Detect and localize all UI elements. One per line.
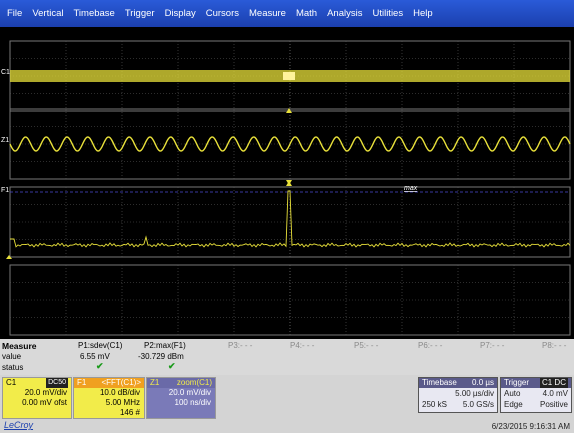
timebase-rate: 5.0 GS/s xyxy=(462,400,494,409)
timebase-tdiv: 5.00 µs/div xyxy=(455,389,494,398)
menu-utilities[interactable]: Utilities xyxy=(367,0,408,27)
menu-trigger[interactable]: Trigger xyxy=(120,0,160,27)
p3-name[interactable]: P3:- - - xyxy=(228,341,252,350)
z1-descriptor-name: Z1 xyxy=(150,378,160,387)
f1-scale: 10.0 dB/div xyxy=(99,388,140,397)
f1-span: 5.00 MHz xyxy=(105,398,140,407)
menu-cursors[interactable]: Cursors xyxy=(201,0,244,27)
trigger-title: Trigger xyxy=(504,378,530,387)
menu-measure[interactable]: Measure xyxy=(244,0,291,27)
p1-status-check: ✔ xyxy=(96,361,104,371)
trigger-slope: Positive xyxy=(539,400,568,409)
z1-descriptor[interactable]: Z1 zoom(C1) 20.0 mV/div 100 ns/div xyxy=(146,377,216,419)
menu-vertical[interactable]: Vertical xyxy=(27,0,68,27)
trigger-type: Edge xyxy=(504,400,523,409)
menu-help[interactable]: Help xyxy=(408,0,438,27)
f1-channel-label: F1 xyxy=(1,187,9,194)
timebase-delay: 0.0 µs xyxy=(472,378,494,387)
timebase-descriptor[interactable]: Timebase 0.0 µs 5.00 µs/div 250 kS 5.0 GS/… xyxy=(418,377,498,413)
p7-name[interactable]: P7:- - - xyxy=(480,341,504,350)
menu-display[interactable]: Display xyxy=(160,0,201,27)
f1-count: 146 # xyxy=(119,408,140,417)
menu-math[interactable]: Math xyxy=(291,0,322,27)
p1-value: 6.55 mV xyxy=(80,352,110,361)
p6-name[interactable]: P6:- - - xyxy=(418,341,442,350)
measure-status-label: status xyxy=(2,363,24,372)
menu-analysis[interactable]: Analysis xyxy=(322,0,367,27)
c1-vdiv: 20.0 mV/div xyxy=(24,388,67,397)
timebase-title: Timebase xyxy=(422,378,457,387)
trigger-source-badge: C1 DC xyxy=(539,378,568,388)
p4-name[interactable]: P4:- - - xyxy=(290,341,314,350)
c1-coupling-badge: DC50 xyxy=(46,378,68,388)
z1-vdiv: 20.0 mV/div xyxy=(168,388,211,397)
p5-name[interactable]: P5:- - - xyxy=(354,341,378,350)
lecroy-logo: LeCroy xyxy=(4,420,34,430)
f1-descriptor[interactable]: F1 <FFT(C1)> 10.0 dB/div 5.00 MHz 146 # xyxy=(73,377,145,419)
f1-descriptor-name: F1 xyxy=(77,378,87,387)
p2-value: -30.729 dBm xyxy=(138,352,184,361)
trigger-mode: Auto xyxy=(504,389,521,398)
c1-offset: 0.00 mV ofst xyxy=(22,398,67,407)
menu-file[interactable]: File xyxy=(2,0,27,27)
z1-function: zoom(C1) xyxy=(176,378,212,387)
c1-channel-label: C1 xyxy=(1,69,10,76)
p1-name[interactable]: P1:sdev(C1) xyxy=(78,341,122,350)
p8-name[interactable]: P8:- - - xyxy=(542,341,566,350)
timebase-samples: 250 kS xyxy=(422,400,447,409)
z1-tdiv: 100 ns/div xyxy=(174,398,211,407)
c1-zoom-marker xyxy=(283,72,295,80)
timestamp: 6/23/2015 9:16:31 AM xyxy=(491,422,570,431)
f1-function: <FFT(C1)> xyxy=(101,378,141,387)
p2-status-check: ✔ xyxy=(168,361,176,371)
menu-bar: File Vertical Timebase Trigger Display Cursor… xyxy=(0,0,574,27)
p2-name[interactable]: P2:max(F1) xyxy=(144,341,186,350)
c1-descriptor-name: C1 xyxy=(6,378,17,387)
menu-timebase[interactable]: Timebase xyxy=(68,0,119,27)
waveform-display: C1 Z1 F1 max xyxy=(0,27,574,339)
trigger-level: 4.0 mV xyxy=(542,389,568,398)
max-marker-label: max xyxy=(404,185,418,192)
measure-value-label: value xyxy=(2,352,22,361)
measure-table: Measure value status P1:sdev(C1) 6.55 mV… xyxy=(0,339,574,375)
c1-descriptor[interactable]: C1 DC50 20.0 mV/div 0.00 mV ofst xyxy=(2,377,72,419)
trigger-descriptor[interactable]: Trigger C1 DC Auto 4.0 mV Edge Positive xyxy=(500,377,572,413)
z1-channel-label: Z1 xyxy=(1,137,9,144)
descriptor-bar: C1 DC50 20.0 mV/div 0.00 mV ofst F1 <FFT… xyxy=(0,375,574,433)
measure-title: Measure xyxy=(2,341,37,351)
